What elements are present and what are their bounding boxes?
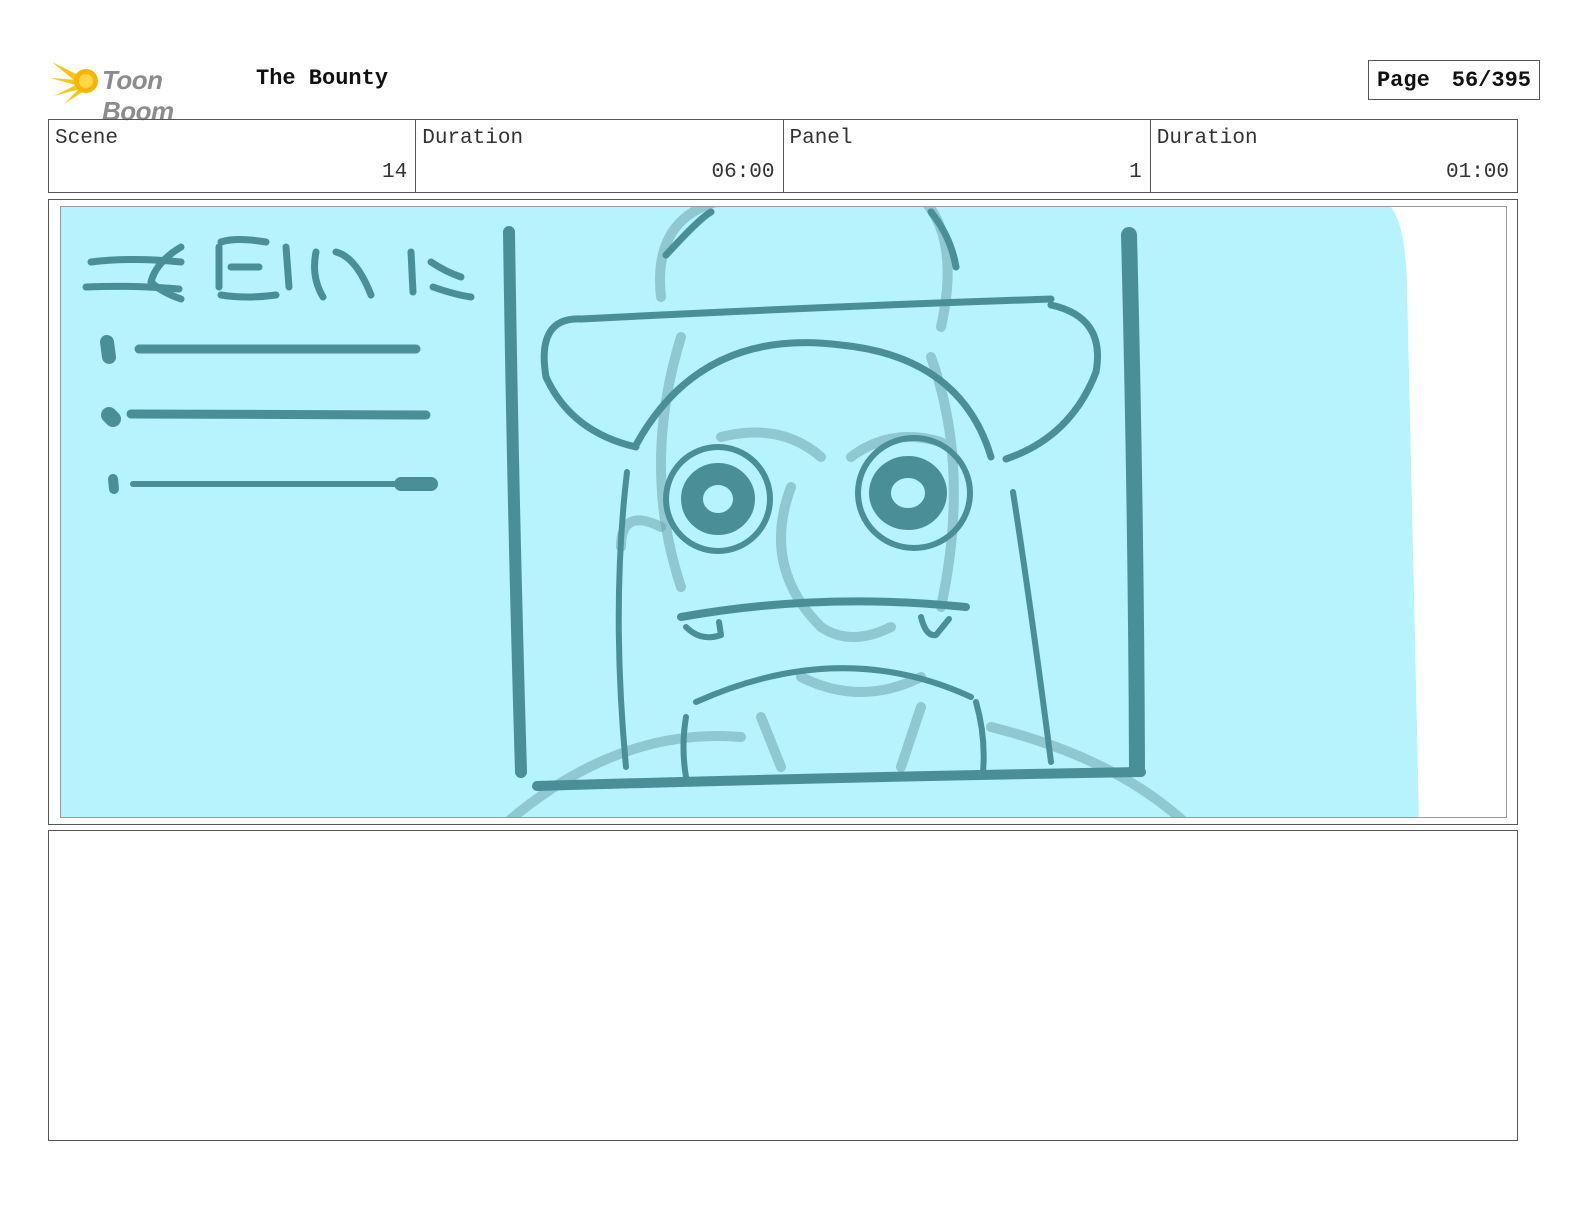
scene-duration-label: Duration (422, 127, 524, 150)
panel-value: 1 (1129, 161, 1142, 184)
page-label: Page (1376, 67, 1430, 93)
logo-text: Toon Boom (102, 65, 174, 126)
panel-image-area (60, 206, 1507, 818)
starburst-icon (50, 62, 98, 104)
panel-cell: Panel 1 (784, 120, 1151, 192)
sketch-drawing (61, 207, 1419, 817)
project-title: The Bounty (256, 66, 389, 91)
storyboard-header: Toon Boom The Bounty Page 56/395 (50, 56, 1540, 126)
scene-duration-cell: Duration 06:00 (416, 120, 784, 192)
page-number: 56/395 (1451, 67, 1531, 93)
panel-notes-box (48, 830, 1518, 1141)
scene-label: Scene (55, 127, 119, 150)
scene-value: 14 (382, 161, 408, 184)
panel-duration-label: Duration (1156, 127, 1258, 150)
page-indicator: Page 56/395 (1367, 60, 1540, 100)
scene-cell: Scene 14 (49, 120, 417, 192)
toon-boom-logo: Toon Boom (50, 56, 240, 126)
scene-duration-value: 06:00 (711, 161, 775, 184)
panel-duration-value: 01:00 (1445, 161, 1509, 184)
storyboard-panel (48, 199, 1518, 825)
panel-duration-cell: Duration 01:00 (1151, 120, 1517, 192)
panel-label: Panel (789, 127, 853, 150)
panel-info-row: Scene 14 Duration 06:00 Panel 1 Duration… (48, 119, 1518, 193)
